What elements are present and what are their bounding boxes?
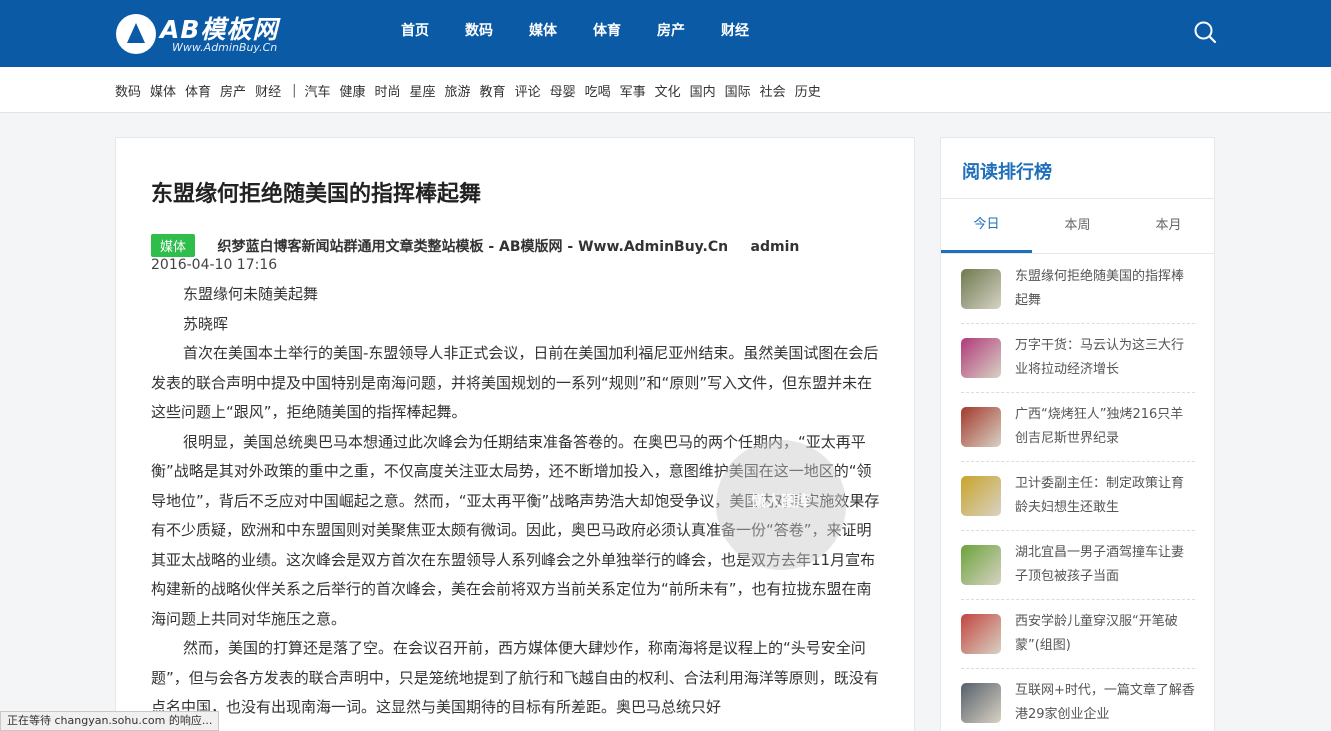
subnav-item[interactable]: 媒体 xyxy=(150,81,176,100)
subnav-item[interactable]: 房产 xyxy=(220,81,246,100)
subnav-item[interactable]: 文化 xyxy=(655,81,681,100)
category-badge[interactable]: 媒体 xyxy=(151,234,196,257)
list-item-title[interactable]: 东盟缘何拒绝随美国的指挥棒起舞 xyxy=(1015,265,1195,313)
nav-item-finance[interactable]: 财经 xyxy=(710,0,760,67)
list-item[interactable]: 湖北宜昌一男子酒驾撞车让妻子顶包被孩子当面 xyxy=(961,531,1195,600)
article-paragraph: 然而，美国的打算还是落了空。在会议召开前，西方媒体便大肆炒作，称南海将是议程上的… xyxy=(151,639,879,716)
main-nav: 首页 数码 媒体 体育 房产 财经 xyxy=(390,0,774,67)
subnav-item[interactable]: 国际 xyxy=(725,81,751,100)
browser-status-bar: 正在等待 changyan.sohu.com 的响应... xyxy=(0,711,220,731)
sub-nav: 数码 媒体 体育 房产 财经 | 汽车 健康 时尚 星座 旅游 教育 评论 母婴… xyxy=(0,67,1331,113)
subnav-item[interactable]: 吃喝 xyxy=(585,81,611,100)
nav-item-home[interactable]: 首页 xyxy=(390,0,440,67)
sub-nav-links: 数码 媒体 体育 房产 财经 | 汽车 健康 时尚 星座 旅游 教育 评论 母婴… xyxy=(115,67,830,113)
subnav-item[interactable]: 军事 xyxy=(620,81,646,100)
subnav-item[interactable]: 时尚 xyxy=(375,81,401,100)
subnav-item[interactable]: 财经 xyxy=(255,81,281,100)
tab-today[interactable]: 今日 xyxy=(941,199,1032,253)
thumbnail-image xyxy=(961,338,1001,378)
list-item[interactable]: 西安学龄儿童穿汉服“开笔破蒙”(组图) xyxy=(961,600,1195,669)
sidebar-title: 阅读排行榜 xyxy=(962,162,1052,183)
subnav-item[interactable]: 体育 xyxy=(185,81,211,100)
thumbnail-image xyxy=(961,407,1001,447)
list-item-title[interactable]: 广西“烧烤狂人”独烤216只羊创吉尼斯世界纪录 xyxy=(1015,403,1195,451)
thumbnail-image xyxy=(961,476,1001,516)
logo-mark-icon xyxy=(116,14,156,54)
article-date: 2016-04-10 17:16 xyxy=(151,257,278,273)
list-item[interactable]: 万字干货：马云认为这三大行业将拉动经济增长 xyxy=(961,324,1195,393)
search-icon[interactable] xyxy=(1193,20,1217,44)
article-title: 东盟缘何拒绝随美国的指挥棒起舞 xyxy=(151,182,482,207)
logo-subtitle: Www.AdminBuy.Cn xyxy=(172,41,278,54)
top-header: AB模板网 Www.AdminBuy.Cn 首页 数码 媒体 体育 房产 财经 xyxy=(0,0,1331,67)
subnav-item[interactable]: 教育 xyxy=(480,81,506,100)
list-item[interactable]: 广西“烧烤狂人”独烤216只羊创吉尼斯世界纪录 xyxy=(961,393,1195,462)
article-author: admin xyxy=(750,239,800,255)
article-source: 织梦蓝白博客新闻站群通用文章类整站模板 - AB模版网 - Www.AdminB… xyxy=(217,239,729,255)
nav-item-media[interactable]: 媒体 xyxy=(518,0,568,67)
list-item[interactable]: 互联网+时代，一篇文章了解香港29家创业企业 xyxy=(961,669,1195,731)
subnav-separator: | xyxy=(292,82,297,98)
thumbnail-image xyxy=(961,545,1001,585)
site-logo[interactable]: AB模板网 Www.AdminBuy.Cn xyxy=(116,10,296,56)
thumbnail-image xyxy=(961,683,1001,723)
nav-item-realestate[interactable]: 房产 xyxy=(646,0,696,67)
subnav-item[interactable]: 星座 xyxy=(410,81,436,100)
list-item[interactable]: 东盟缘何拒绝随美国的指挥棒起舞 xyxy=(961,255,1195,324)
list-item-title[interactable]: 互联网+时代，一篇文章了解香港29家创业企业 xyxy=(1015,679,1195,727)
article-paragraph: 苏晓晖 xyxy=(183,314,229,333)
subnav-item[interactable]: 旅游 xyxy=(445,81,471,100)
article-panel: 东盟缘何拒绝随美国的指挥棒起舞 媒体 织梦蓝白博客新闻站群通用文章类整站模板 -… xyxy=(115,137,915,731)
subnav-item[interactable]: 历史 xyxy=(795,81,821,100)
tab-month[interactable]: 本月 xyxy=(1123,199,1214,253)
list-item[interactable]: 卫计委副主任：制定政策让育龄夫妇想生还敢生 xyxy=(961,462,1195,531)
subnav-item[interactable]: 汽车 xyxy=(304,81,330,100)
nav-item-sports[interactable]: 体育 xyxy=(582,0,632,67)
tab-week[interactable]: 本周 xyxy=(1032,199,1123,253)
article-paragraph: 首次在美国本土举行的美国-东盟领导人非正式会议，日前在美国加利福尼亚州结束。虽然… xyxy=(151,344,879,421)
subnav-item[interactable]: 健康 xyxy=(339,81,365,100)
watermark-text: 懒人图库 xyxy=(750,492,811,510)
subnav-item[interactable]: 数码 xyxy=(115,81,141,100)
list-item-title[interactable]: 万字干货：马云认为这三大行业将拉动经济增长 xyxy=(1015,334,1195,382)
thumbnail-image xyxy=(961,614,1001,654)
list-item-title[interactable]: 西安学龄儿童穿汉服“开笔破蒙”(组图) xyxy=(1015,610,1195,658)
subnav-item[interactable]: 评论 xyxy=(515,81,541,100)
nav-item-digital[interactable]: 数码 xyxy=(454,0,504,67)
list-item-title[interactable]: 湖北宜昌一男子酒驾撞车让妻子顶包被孩子当面 xyxy=(1015,541,1195,589)
list-item-title[interactable]: 卫计委副主任：制定政策让育龄夫妇想生还敢生 xyxy=(1015,472,1195,520)
rank-list: 东盟缘何拒绝随美国的指挥棒起舞 万字干货：马云认为这三大行业将拉动经济增长 广西… xyxy=(961,255,1195,731)
subnav-item[interactable]: 社会 xyxy=(760,81,786,100)
thumbnail-image xyxy=(961,269,1001,309)
article-paragraph: 东盟缘何未随美起舞 xyxy=(183,285,319,303)
article-meta: 媒体 织梦蓝白博客新闻站群通用文章类整站模板 - AB模版网 - Www.Adm… xyxy=(151,234,799,257)
subnav-item[interactable]: 母婴 xyxy=(550,81,576,100)
reading-rank-panel: 阅读排行榜 今日 本周 本月 东盟缘何拒绝随美国的指挥棒起舞 万字干货：马云认为… xyxy=(940,137,1215,731)
rank-tabs: 今日 本周 本月 xyxy=(941,199,1214,254)
subnav-item[interactable]: 国内 xyxy=(690,81,716,100)
watermark-logo: 懒人图库 xyxy=(716,440,846,570)
